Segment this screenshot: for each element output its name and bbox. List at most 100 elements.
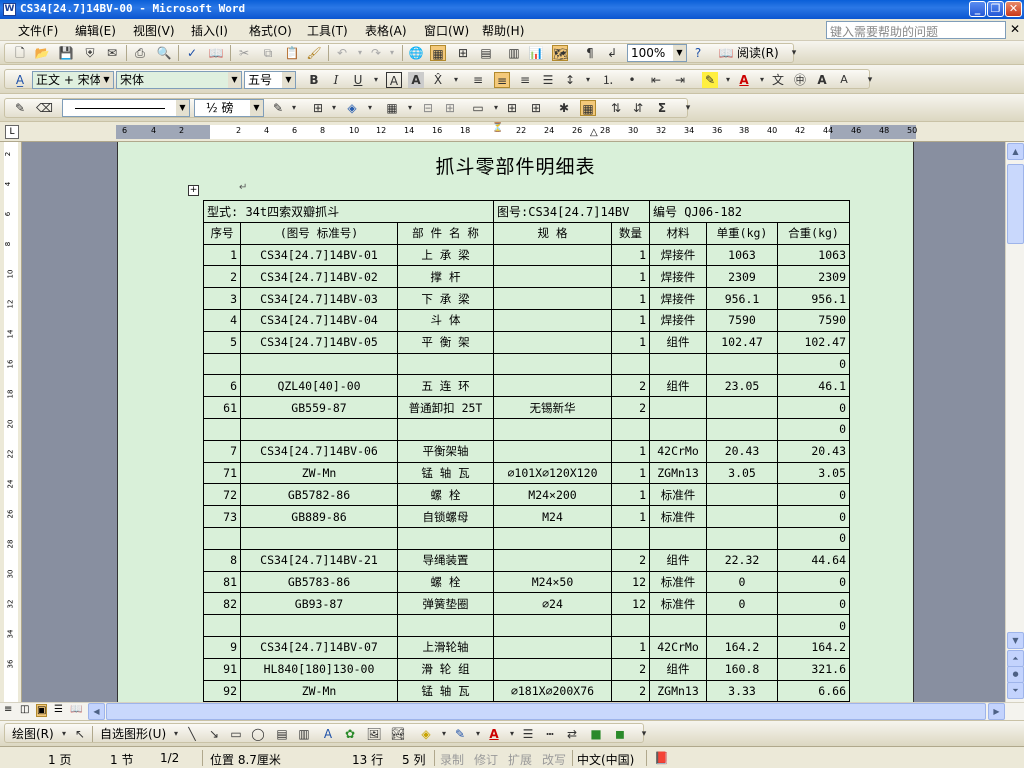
drawing-no-cell[interactable] xyxy=(240,352,398,376)
status-record[interactable]: 录制 xyxy=(440,751,464,768)
menu-view[interactable]: 视图(V) xyxy=(133,22,175,39)
parts-table[interactable]: 型式: 34t四索双瓣抓斗 图号:CS34[24.7]14BV 编号 QJ06-… xyxy=(203,200,850,703)
seq-cell[interactable]: 5 xyxy=(203,330,241,354)
material-cell[interactable]: 组件 xyxy=(649,548,707,572)
total-weight-cell[interactable]: 3.05 xyxy=(777,461,850,485)
read-mode-button[interactable]: 阅读(R) xyxy=(737,45,779,61)
fill-color-icon[interactable]: ◈ xyxy=(418,726,434,742)
part-name-cell[interactable]: 滑 轮 组 xyxy=(397,657,494,681)
line-color-icon[interactable]: ✎ xyxy=(452,726,468,742)
vertical-scrollbar[interactable]: ▲ ▼ ⏶ ● ⏷ xyxy=(1005,142,1024,702)
phonetic-guide-icon[interactable]: 文 xyxy=(770,72,786,88)
align-center-icon[interactable]: ≡ xyxy=(494,72,510,88)
chevron-down-icon[interactable]: ▾ xyxy=(754,72,770,88)
total-weight-cell[interactable]: 164.2 xyxy=(777,635,850,659)
drawing-no-cell[interactable]: QZL40[40]-00 xyxy=(240,374,398,398)
right-indent-marker-icon[interactable]: △ xyxy=(590,127,598,138)
table-autoformat-icon[interactable]: ✱ xyxy=(556,100,572,116)
undo-dropdown-icon[interactable]: ▾ xyxy=(352,45,368,61)
columns-icon[interactable]: ▥ xyxy=(506,45,522,61)
unit-weight-cell[interactable]: 102.47 xyxy=(706,330,778,354)
seq-cell[interactable]: 3 xyxy=(203,287,241,310)
unit-weight-cell[interactable]: 0 xyxy=(706,570,778,594)
normal-view-icon[interactable]: ≡ xyxy=(4,704,12,715)
spec-cell[interactable] xyxy=(493,657,612,681)
seq-cell[interactable]: 6 xyxy=(203,374,241,398)
material-cell[interactable]: 标准件 xyxy=(649,570,707,594)
help-search-input[interactable]: 键入需要帮助的问题 xyxy=(826,21,1006,39)
tab-selector-icon[interactable]: L xyxy=(5,125,19,139)
qty-cell[interactable]: 1 xyxy=(611,308,650,332)
chevron-down-icon[interactable]: ▼ xyxy=(176,100,189,116)
chevron-down-icon[interactable]: ▼ xyxy=(282,72,295,88)
drawing-no-cell[interactable] xyxy=(240,417,398,441)
merge-cells-icon[interactable]: ⊟ xyxy=(420,100,436,116)
chevron-down-icon[interactable]: ▼ xyxy=(250,100,263,116)
maximize-button[interactable]: ❐ xyxy=(987,1,1004,17)
table-move-handle-icon[interactable]: + xyxy=(188,185,199,196)
header-cell[interactable]: 数量 xyxy=(611,221,650,245)
total-weight-cell[interactable]: 0 xyxy=(777,417,850,441)
qty-cell[interactable]: 2 xyxy=(611,548,650,572)
numbering-icon[interactable]: ⒈ xyxy=(600,72,616,88)
seq-cell[interactable] xyxy=(203,614,241,637)
menu-format[interactable]: 格式(O) xyxy=(249,22,292,39)
chevron-down-icon[interactable]: ▾ xyxy=(448,72,464,88)
picture-icon[interactable]: 🏞 xyxy=(390,726,406,742)
material-cell[interactable]: 焊接件 xyxy=(649,308,707,332)
material-cell[interactable] xyxy=(649,526,707,550)
line-style-select[interactable]: ▼ xyxy=(62,99,190,117)
spec-cell[interactable]: ∅181X∅200X76 xyxy=(493,679,612,703)
total-weight-cell[interactable]: 44.64 xyxy=(777,548,850,572)
chevron-down-icon[interactable]: ▾ xyxy=(504,726,520,742)
chevron-down-icon[interactable]: ▾ xyxy=(720,72,736,88)
drawing-no-cell[interactable]: CS34[24.7]14BV-04 xyxy=(240,308,398,332)
line-spacing-icon[interactable]: ↕ xyxy=(562,72,578,88)
autofit-icon[interactable]: ▦ xyxy=(580,100,596,116)
rectangle-icon[interactable]: ▭ xyxy=(228,726,244,742)
qty-cell[interactable]: 1 xyxy=(611,330,650,354)
seq-cell[interactable] xyxy=(203,417,241,441)
close-button[interactable]: ✕ xyxy=(1005,1,1022,17)
redo-icon[interactable]: ↷ xyxy=(368,45,384,61)
bullets-icon[interactable]: • xyxy=(624,72,640,88)
autoshapes-menu-button[interactable]: 自选图形(U) xyxy=(100,726,166,742)
spec-cell[interactable] xyxy=(493,265,612,289)
redo-dropdown-icon[interactable]: ▾ xyxy=(384,45,400,61)
drawing-no-cell[interactable]: GB93-87 xyxy=(240,592,398,616)
spec-cell[interactable]: 无锡新华 xyxy=(493,396,612,419)
part-name-cell[interactable]: 上 承 梁 xyxy=(397,243,494,267)
drawing-no-cell[interactable]: ZW-Mn xyxy=(240,461,398,485)
new-document-icon[interactable]: 🗋 xyxy=(12,45,28,61)
scroll-left-icon[interactable]: ◀ xyxy=(88,703,105,720)
qty-cell[interactable]: 2 xyxy=(611,657,650,681)
unit-weight-cell[interactable]: 3.33 xyxy=(706,679,778,703)
material-cell[interactable]: 焊接件 xyxy=(649,287,707,310)
part-name-cell[interactable]: 锰 轴 瓦 xyxy=(397,461,494,485)
spec-cell[interactable]: M24 xyxy=(493,505,612,528)
menu-help[interactable]: 帮助(H) xyxy=(482,22,524,39)
style-select[interactable]: 正文 + 宋体 ▼ xyxy=(32,71,114,89)
scroll-right-icon[interactable]: ▶ xyxy=(988,703,1005,720)
print-preview-icon[interactable]: 🔍 xyxy=(156,45,172,61)
menu-tools[interactable]: 工具(T) xyxy=(307,22,348,39)
spec-cell[interactable]: ∅101X∅120X120 xyxy=(493,461,612,485)
bold-icon[interactable]: B xyxy=(306,72,322,88)
qty-cell[interactable]: 12 xyxy=(611,570,650,594)
next-page-icon[interactable]: ⏷ xyxy=(1007,682,1024,699)
qty-cell[interactable]: 1 xyxy=(611,243,650,267)
unit-weight-cell[interactable]: 23.05 xyxy=(706,374,778,398)
chevron-down-icon[interactable]: ▼ xyxy=(228,72,241,88)
total-weight-cell[interactable]: 0 xyxy=(777,614,850,637)
qty-cell[interactable]: 1 xyxy=(611,635,650,659)
total-weight-cell[interactable]: 321.6 xyxy=(777,657,850,681)
hyperlink-icon[interactable]: 🌐 xyxy=(408,45,424,61)
spec-cell[interactable] xyxy=(493,243,612,267)
material-cell[interactable] xyxy=(649,614,707,637)
part-name-cell[interactable]: 锰 轴 瓦 xyxy=(397,679,494,703)
qty-cell[interactable] xyxy=(611,352,650,376)
document-page[interactable]: 抓斗零部件明细表 + ↵ 型式: 34t四索双瓣抓斗 图号:CS34[24.7]… xyxy=(117,142,914,703)
spec-cell[interactable] xyxy=(493,526,612,550)
autosum-icon[interactable]: Σ xyxy=(654,100,670,116)
total-weight-cell[interactable]: 0 xyxy=(777,592,850,616)
